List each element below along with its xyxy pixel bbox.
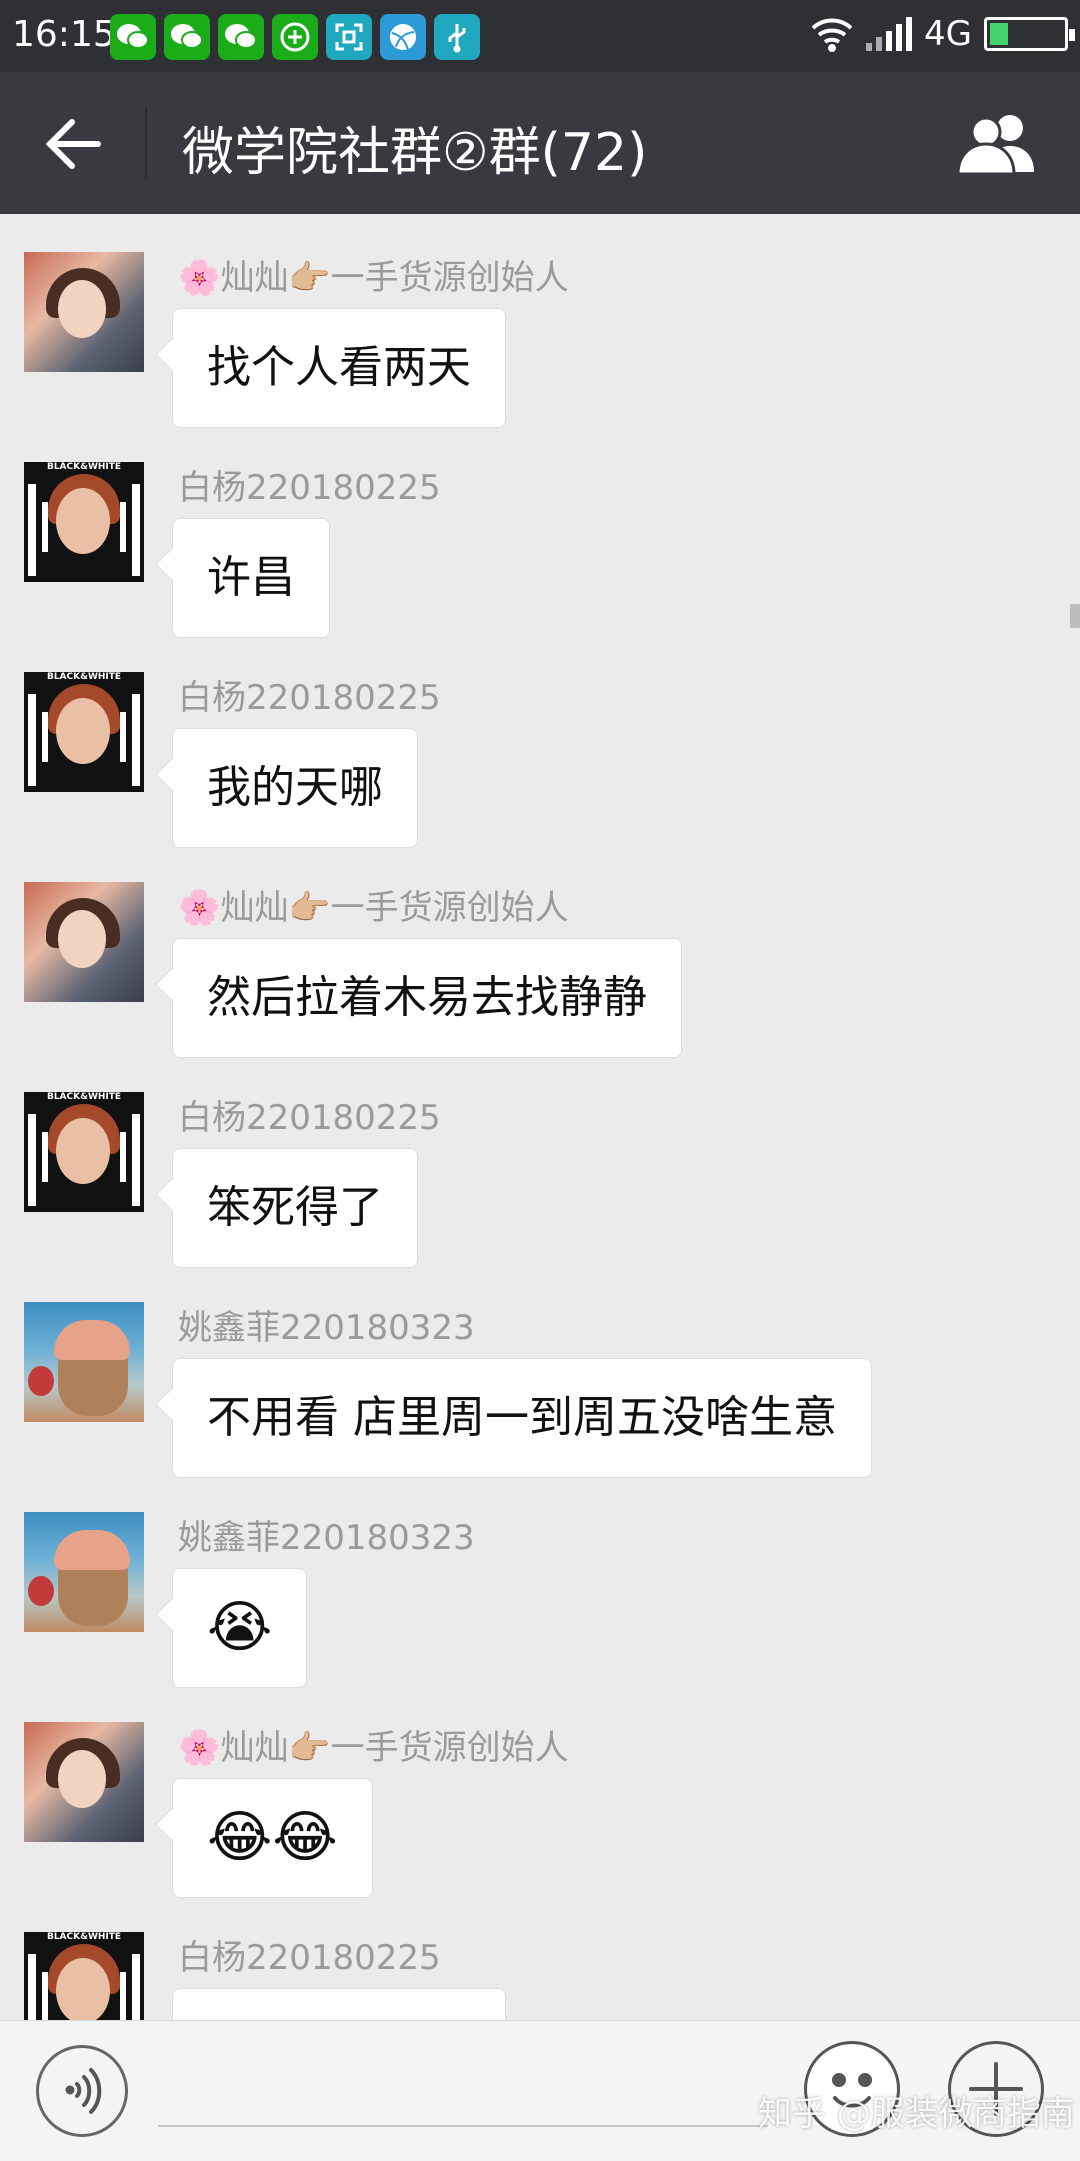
network-type: 4G [924,14,972,54]
avatar[interactable] [24,1512,144,1632]
sender-name: 白杨220180225 [178,678,441,718]
message-bubble[interactable]: 😭 [172,1568,308,1688]
avatar[interactable] [24,1302,144,1422]
sender-name: 🌸灿灿👉🏼一手货源创始人 [178,1728,569,1768]
avatar-brand-text: BLACK&WHITE [46,1092,122,1102]
message-bubble[interactable]: 许昌 [172,518,330,638]
scan-icon [326,14,372,60]
chat-message: BLACK&WHITE 白杨220180225 你就记得木易 [0,1910,1080,2020]
chat-message: 🌸灿灿👉🏼一手货源创始人 😂😂 [0,1700,1080,1910]
wechat-icon [110,14,156,60]
chat-message-list[interactable]: 🌸灿灿👉🏼一手货源创始人 找个人看两天 BLACK&WHITE 白杨220180225… [0,214,1080,2020]
message-bubble[interactable]: 找个人看两天 [172,308,506,428]
avatar[interactable]: BLACK&WHITE [24,1932,144,2020]
wifi-icon [811,18,853,52]
avatar-brand-text: BLACK&WHITE [46,672,122,682]
avatar[interactable]: BLACK&WHITE [24,1092,144,1212]
message-bubble[interactable]: 你就记得木易 [172,1988,506,2020]
status-time: 16:15 [12,14,116,55]
sender-name: 白杨220180225 [178,468,441,508]
voice-button[interactable] [36,2045,128,2137]
sender-name: 白杨220180225 [178,1938,441,1978]
message-bubble[interactable]: 😂😂 [172,1778,373,1898]
back-button[interactable] [44,114,104,174]
sender-name: 姚鑫菲220180323 [178,1308,475,1348]
status-bar: 16:15 4G [0,0,1080,72]
group-members-button[interactable] [956,112,1040,176]
sender-name: 姚鑫菲220180323 [178,1518,475,1558]
wechat-icon [164,14,210,60]
group-members-icon [956,115,1034,176]
message-bubble[interactable]: 我的天哪 [172,728,418,848]
chat-message: BLACK&WHITE 白杨220180225 我的天哪 [0,650,1080,860]
add-circle-icon [272,14,318,60]
avatar[interactable]: BLACK&WHITE [24,672,144,792]
wechat-icon [218,14,264,60]
message-bubble[interactable]: 不用看 店里周一到周五没啥生意 [172,1358,872,1478]
avatar[interactable] [24,1722,144,1842]
message-input[interactable] [158,2125,768,2127]
chat-message: BLACK&WHITE 白杨220180225 笨死得了 [0,1070,1080,1280]
signal-icon [866,17,913,51]
ball-icon [380,14,426,60]
notification-icons [110,14,480,60]
back-arrow-icon [45,119,101,169]
avatar-brand-text: BLACK&WHITE [46,1932,122,1942]
sender-name: 🌸灿灿👉🏼一手货源创始人 [178,888,569,928]
avatar-brand-text: BLACK&WHITE [46,462,122,472]
avatar[interactable] [24,882,144,1002]
title-divider [145,108,147,178]
avatar[interactable] [24,252,144,372]
chat-title: 微学院社群②群(72) [182,123,648,183]
chat-message: 🌸灿灿👉🏼一手货源创始人找个人看两天 [0,230,1080,440]
usb-icon [434,14,480,60]
voice-icon [65,2068,102,2114]
watermark: 知乎 @服装微商指南 [758,2094,1075,2134]
chat-message: 姚鑫菲220180323 😭 [0,1490,1080,1700]
battery-icon [984,17,1075,51]
sender-name: 白杨220180225 [178,1098,441,1138]
chat-message: BLACK&WHITE 白杨220180225 许昌 [0,440,1080,650]
chat-message: 🌸灿灿👉🏼一手货源创始人然后拉着木易去找静静 [0,860,1080,1070]
chat-message: 姚鑫菲220180323 不用看 店里周一到周五没啥生意 [0,1280,1080,1490]
message-bubble[interactable]: 然后拉着木易去找静静 [172,938,682,1058]
sender-name: 🌸灿灿👉🏼一手货源创始人 [178,258,569,298]
message-bubble[interactable]: 笨死得了 [172,1148,418,1268]
chat-header: 微学院社群②群(72) [0,72,1080,214]
system-status: 4G [810,14,1075,54]
avatar[interactable]: BLACK&WHITE [24,462,144,582]
